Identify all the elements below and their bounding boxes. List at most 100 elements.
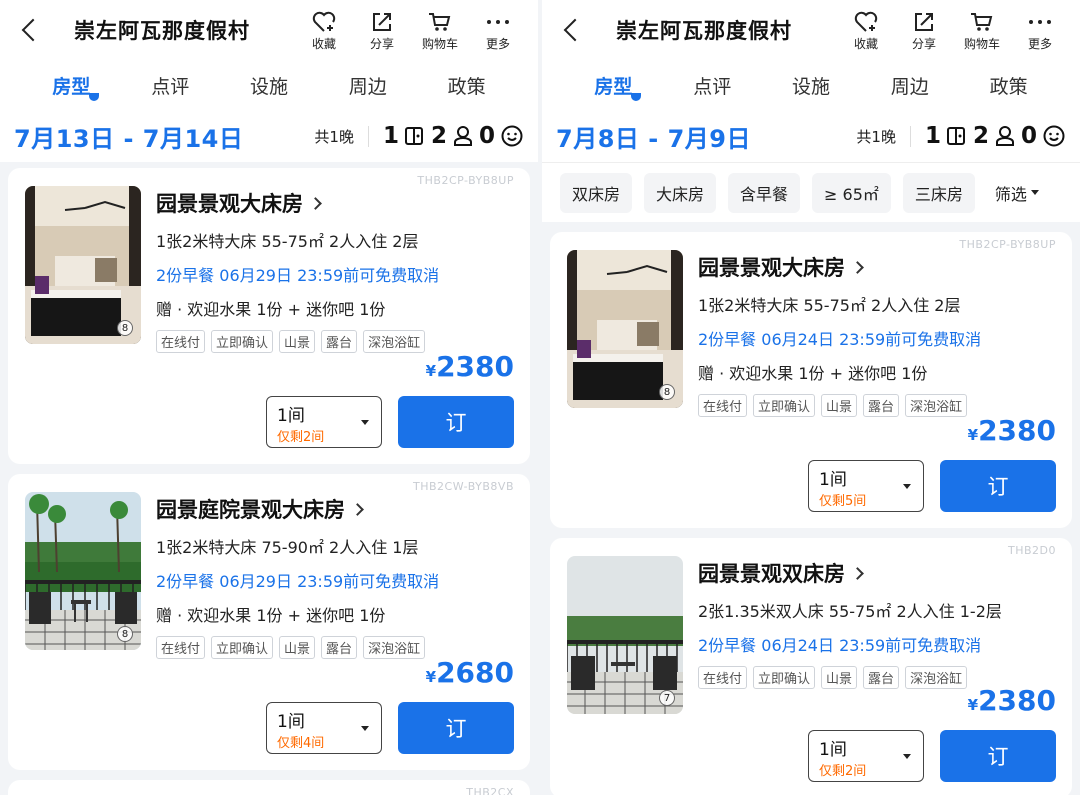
left-screen: 崇左阿瓦那度假村 收藏 分享 购物车 更多 房型 点评 设施 周边 政策 7月1… xyxy=(0,0,538,795)
room-card-partial[interactable]: THB2CX xyxy=(8,780,530,795)
room-name-link[interactable]: 园景景观大床房 xyxy=(156,188,516,218)
cart-button[interactable]: 购物车 xyxy=(420,9,460,52)
room-card[interactable]: THB2CP-BYB8UP 8 园景景观大床房 1张2米特大床 55-75㎡ 2… xyxy=(8,168,530,464)
room-photo[interactable]: 8 xyxy=(567,250,683,408)
filter-breakfast[interactable]: 含早餐 xyxy=(728,172,801,213)
more-button[interactable]: 更多 xyxy=(478,9,518,52)
share-button[interactable]: 分享 xyxy=(904,9,944,52)
tab-room-types[interactable]: 房型 xyxy=(564,72,663,101)
tab-policy[interactable]: 政策 xyxy=(959,72,1058,99)
price-value: 2380 xyxy=(978,414,1056,447)
room-photo[interactable]: 7 xyxy=(567,556,683,714)
bed-info: 2张1.35米双人床 55-75㎡ 2人入住 1-2层 xyxy=(698,602,1002,621)
tab-bar: 房型 点评 设施 周边 政策 xyxy=(542,60,1080,110)
gift-info: 赠 · 欢迎水果 1份 + 迷你吧 1份 xyxy=(156,300,386,319)
room-photo[interactable]: 8 xyxy=(25,492,141,650)
tag: 在线付 xyxy=(156,636,206,659)
tab-nearby[interactable]: 周边 xyxy=(860,72,959,99)
room-code: THB2D0 xyxy=(1007,544,1056,557)
quantity-select[interactable]: 1间 仅剩5间 xyxy=(808,460,924,512)
tag: 深泡浴缸 xyxy=(905,666,968,689)
photo-count-badge: 8 xyxy=(659,384,675,400)
tag: 立即确认 xyxy=(753,666,816,689)
tag: 深泡浴缸 xyxy=(905,394,968,417)
nights-count: 共1晚 xyxy=(314,125,369,147)
occupancy-selector[interactable]: 1 2 0 xyxy=(925,123,1066,149)
children-count: 0 xyxy=(1020,123,1037,149)
header: 崇左阿瓦那度假村 收藏 分享 购物车 更多 xyxy=(542,0,1080,60)
chevron-right-icon xyxy=(851,260,864,274)
room-info: 园景景观大床房 1张2米特大床 55-75㎡ 2人入住 2层 2份早餐 06月2… xyxy=(698,252,1058,417)
filter-twin-room[interactable]: 双床房 xyxy=(560,172,633,213)
quantity-value: 1间 xyxy=(819,740,847,760)
tab-reviews[interactable]: 点评 xyxy=(121,72,220,99)
price: ¥2380 xyxy=(968,684,1056,717)
room-name: 园景景观大床房 xyxy=(698,256,845,280)
back-button[interactable] xyxy=(554,12,590,48)
breakfast-cancel-info: 2份早餐 06月29日 23:59前可免费取消 xyxy=(156,572,440,591)
tab-reviews[interactable]: 点评 xyxy=(663,72,762,99)
remaining-rooms: 仅剩2间 xyxy=(277,430,325,445)
gift-info: 赠 · 欢迎水果 1份 + 迷你吧 1份 xyxy=(156,606,386,625)
quantity-select[interactable]: 1间 仅剩2间 xyxy=(808,730,924,782)
back-button[interactable] xyxy=(12,12,48,48)
cart-button[interactable]: 购物车 xyxy=(962,9,1002,52)
filter-triple-room[interactable]: 三床房 xyxy=(902,172,975,213)
room-card[interactable]: THB2D0 7 园景景观双床房 2张1.35米双人床 55-75㎡ 2人入住 … xyxy=(550,538,1072,795)
room-card[interactable]: THB2CW-BYB8VB 8 园景庭院景观大床房 1张2米特大床 75-90㎡… xyxy=(8,474,530,770)
room-card[interactable]: THB2CP-BYB8UP 8 园景景观大床房 1张2米特大床 55-75㎡ 2… xyxy=(550,232,1072,528)
room-name-link[interactable]: 园景庭院景观大床房 xyxy=(156,494,516,524)
price-currency: ¥ xyxy=(967,696,979,714)
chevron-right-icon xyxy=(851,566,864,580)
tab-facilities[interactable]: 设施 xyxy=(220,72,319,99)
share-label: 分享 xyxy=(911,36,936,51)
book-button[interactable]: 订 xyxy=(940,730,1056,782)
room-photo[interactable]: 8 xyxy=(25,186,141,344)
room-name: 园景景观大床房 xyxy=(156,192,303,216)
tab-facilities[interactable]: 设施 xyxy=(762,72,861,99)
filter-area[interactable]: ≥ 65㎡ xyxy=(812,172,891,213)
tag: 立即确认 xyxy=(753,394,816,417)
date-bar[interactable]: 7月13日 - 7月14日 共1晚 1 2 0 xyxy=(0,110,538,162)
photo-count-badge: 7 xyxy=(659,690,675,706)
date-range[interactable]: 7月13日 - 7月14日 xyxy=(14,119,314,154)
adult-icon xyxy=(994,125,1016,147)
chevron-left-icon xyxy=(21,18,45,42)
quantity-select[interactable]: 1间 仅剩2间 xyxy=(266,396,382,448)
room-name: 园景景观双床房 xyxy=(698,562,845,586)
room-code: THB2CW-BYB8VB xyxy=(412,480,514,493)
tag: 山景 xyxy=(821,394,858,417)
room-code: THB2CP-BYB8UP xyxy=(959,238,1056,251)
tab-nearby[interactable]: 周边 xyxy=(318,72,417,99)
tab-room-types[interactable]: 房型 xyxy=(22,72,121,101)
room-name: 园景庭院景观大床房 xyxy=(156,498,345,522)
occupancy-selector[interactable]: 1 2 0 xyxy=(383,123,524,149)
tab-policy[interactable]: 政策 xyxy=(417,72,516,99)
book-button[interactable]: 订 xyxy=(940,460,1056,512)
cart-icon xyxy=(970,9,994,35)
price: ¥2380 xyxy=(426,350,514,383)
book-button[interactable]: 订 xyxy=(398,702,514,754)
tag: 露台 xyxy=(863,394,900,417)
tab-bar: 房型 点评 设施 周边 政策 xyxy=(0,60,538,110)
share-button[interactable]: 分享 xyxy=(362,9,402,52)
date-range[interactable]: 7月8日 - 7月9日 xyxy=(556,119,856,154)
room-name-link[interactable]: 园景景观大床房 xyxy=(698,252,1058,282)
filter-king-room[interactable]: 大床房 xyxy=(644,172,717,213)
photo-count-badge: 8 xyxy=(117,626,133,642)
favorite-button[interactable]: 收藏 xyxy=(304,9,344,52)
filter-dropdown[interactable]: 筛选 xyxy=(995,181,1039,205)
book-button[interactable]: 订 xyxy=(398,396,514,448)
header-actions: 收藏 分享 购物车 更多 xyxy=(304,9,518,52)
favorite-button[interactable]: 收藏 xyxy=(846,9,886,52)
room-info: 园景庭院景观大床房 1张2米特大床 75-90㎡ 2人入住 1层 2份早餐 06… xyxy=(156,494,516,659)
date-bar[interactable]: 7月8日 - 7月9日 共1晚 1 2 0 xyxy=(542,110,1080,162)
remaining-rooms: 仅剩4间 xyxy=(277,736,325,751)
room-name-link[interactable]: 园景景观双床房 xyxy=(698,558,1058,588)
breakfast-cancel-info: 2份早餐 06月24日 23:59前可免费取消 xyxy=(698,636,982,655)
quantity-value: 1间 xyxy=(277,712,305,732)
room-code: THB2CP-BYB8UP xyxy=(417,174,514,187)
quantity-select[interactable]: 1间 仅剩4间 xyxy=(266,702,382,754)
breakfast-cancel-info: 2份早餐 06月24日 23:59前可免费取消 xyxy=(698,330,982,349)
more-button[interactable]: 更多 xyxy=(1020,9,1060,52)
